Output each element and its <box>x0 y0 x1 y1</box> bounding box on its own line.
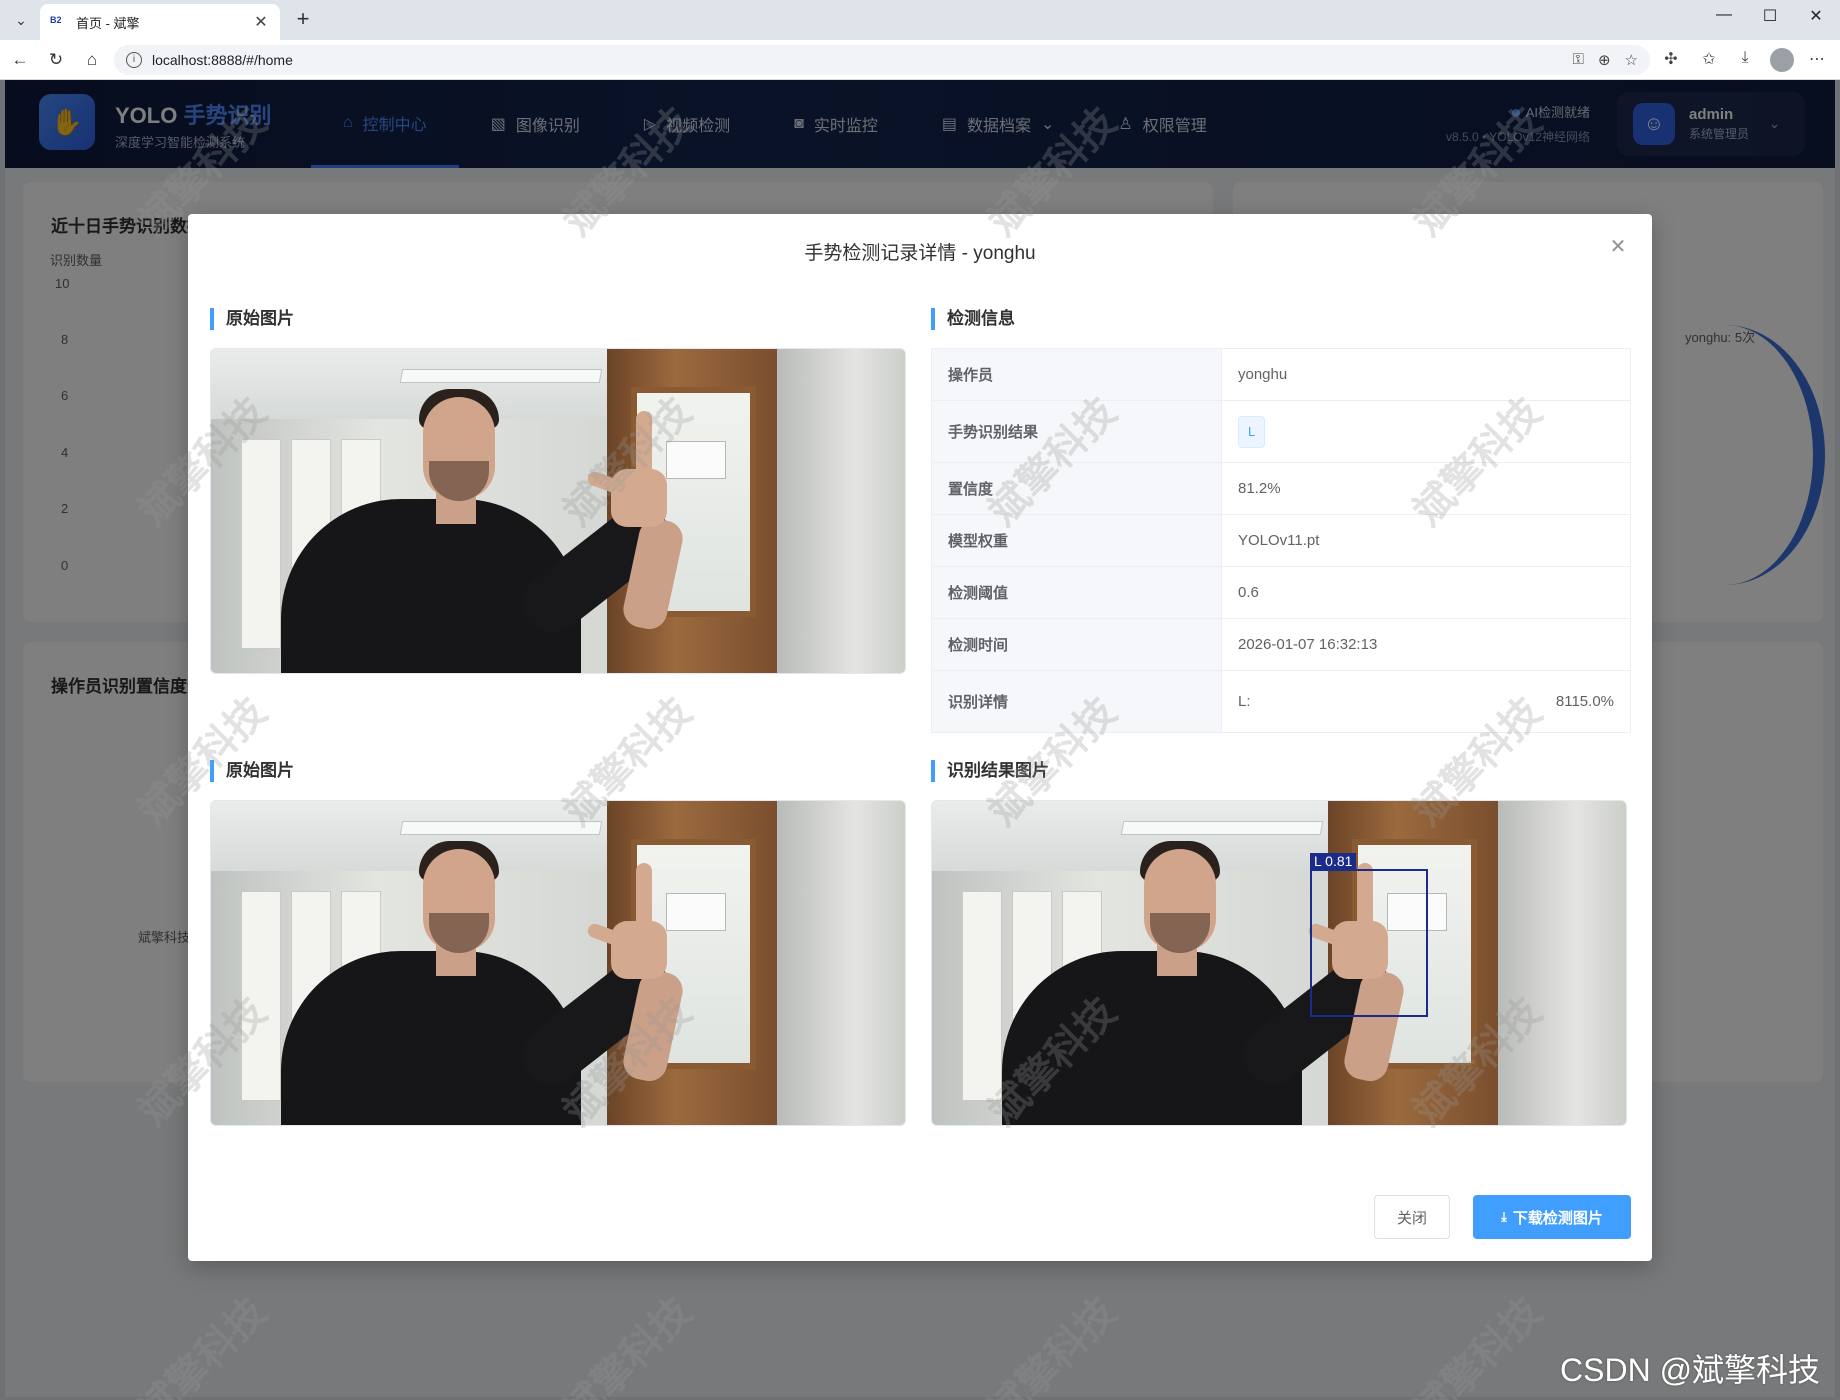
url-field[interactable]: i localhost:8888/#/home ⚿ ⊕ ☆ <box>114 45 1650 75</box>
gesture-result-tag: L <box>1238 415 1266 448</box>
detection-info-table: 操作员 yonghu 手势识别结果 L 置信度 81.2% 模型权重 YOLOv… <box>931 348 1631 733</box>
time-label: 检测时间 <box>931 618 1222 671</box>
minimize-button[interactable]: — <box>1704 6 1744 24</box>
profile-avatar[interactable] <box>1770 48 1794 72</box>
address-bar: ← ↻ ⌂ i localhost:8888/#/home ⚿ ⊕ ☆ ✣ ✩ … <box>0 40 1840 80</box>
time-value: 2026-01-07 16:32:13 <box>1221 618 1631 671</box>
star-icon[interactable]: ☆ <box>1625 51 1638 69</box>
original-image <box>210 348 906 674</box>
confidence-value: 81.2% <box>1221 462 1631 515</box>
tab-title: 首页 - 斌擎 <box>76 15 140 31</box>
favorites-icon[interactable]: ✩ <box>1698 49 1720 69</box>
model-label: 模型权重 <box>931 514 1222 567</box>
detection-label: L 0.81 <box>1310 853 1357 870</box>
operator-label: 操作员 <box>931 348 1222 401</box>
detail-label: 识别详情 <box>931 670 1222 733</box>
info-row-threshold: 检测阈值 0.6 <box>931 566 1631 619</box>
csdn-watermark: CSDN @斌擎科技 <box>1560 1352 1821 1388</box>
download-icon: ⤓ <box>1501 1209 1507 1224</box>
confidence-label: 置信度 <box>931 462 1222 515</box>
result-label: 手势识别结果 <box>931 400 1222 463</box>
tab-list-button[interactable]: ⌄ <box>8 8 34 32</box>
home-button[interactable]: ⌂ <box>80 48 104 72</box>
info-row-result: 手势识别结果 L <box>931 400 1631 463</box>
result-image: L 0.81 <box>931 800 1627 1126</box>
info-row-time: 检测时间 2026-01-07 16:32:13 <box>931 618 1631 671</box>
detail-value: 8115.0% <box>1555 693 1614 710</box>
new-tab-button[interactable]: + <box>290 6 316 32</box>
window-close-button[interactable]: ✕ <box>1796 6 1836 26</box>
info-row-confidence: 置信度 81.2% <box>931 462 1631 515</box>
detection-bounding-box <box>1310 869 1428 1017</box>
close-button[interactable]: 关闭 <box>1374 1195 1450 1239</box>
result-image-heading: 识别结果图片 <box>931 760 1049 782</box>
download-icon[interactable]: ⤓ <box>1734 49 1756 67</box>
dialog-title: 手势检测记录详情 - yonghu <box>804 243 1036 264</box>
extensions-icon[interactable]: ✣ <box>1660 49 1682 69</box>
record-detail-dialog: 手势检测记录详情 - yonghu ✕ 原始图片 检测信息 操作员 yonghu… <box>188 214 1652 1261</box>
maximize-button[interactable]: ☐ <box>1750 6 1790 26</box>
more-menu-icon[interactable]: ⋯ <box>1806 49 1828 69</box>
detection-info-heading: 检测信息 <box>931 308 1015 330</box>
detail-class: L: <box>1238 693 1251 710</box>
url-text: localhost:8888/#/home <box>152 52 293 68</box>
close-icon[interactable]: ✕ <box>1606 234 1630 259</box>
favicon-icon: B2 <box>50 15 62 25</box>
original-image-2 <box>210 800 906 1126</box>
info-row-operator: 操作员 yonghu <box>931 348 1631 401</box>
operator-value: yonghu <box>1221 348 1631 401</box>
original-image-heading-2: 原始图片 <box>210 760 294 782</box>
tab-close-icon[interactable]: ✕ <box>252 12 270 32</box>
download-image-button[interactable]: ⤓ 下载检测图片 <box>1473 1195 1631 1239</box>
model-value: YOLOv11.pt <box>1221 514 1631 567</box>
site-info-icon[interactable]: i <box>126 52 142 68</box>
back-button[interactable]: ← <box>8 48 32 72</box>
threshold-label: 检测阈值 <box>931 566 1222 619</box>
chevron-down-icon: ⌄ <box>15 11 27 28</box>
browser-tabstrip: ⌄ B2 首页 - 斌擎 ✕ + — ☐ ✕ <box>0 0 1840 40</box>
info-row-model: 模型权重 YOLOv11.pt <box>931 514 1631 567</box>
key-icon[interactable]: ⚿ <box>1573 51 1584 69</box>
browser-tab[interactable]: B2 首页 - 斌擎 ✕ <box>40 4 280 40</box>
threshold-value: 0.6 <box>1221 566 1631 619</box>
original-image-heading: 原始图片 <box>210 308 294 330</box>
zoom-icon[interactable]: ⊕ <box>1598 51 1611 69</box>
info-row-detail: 识别详情 L: 8115.0% <box>931 670 1631 733</box>
reload-button[interactable]: ↻ <box>44 48 68 72</box>
